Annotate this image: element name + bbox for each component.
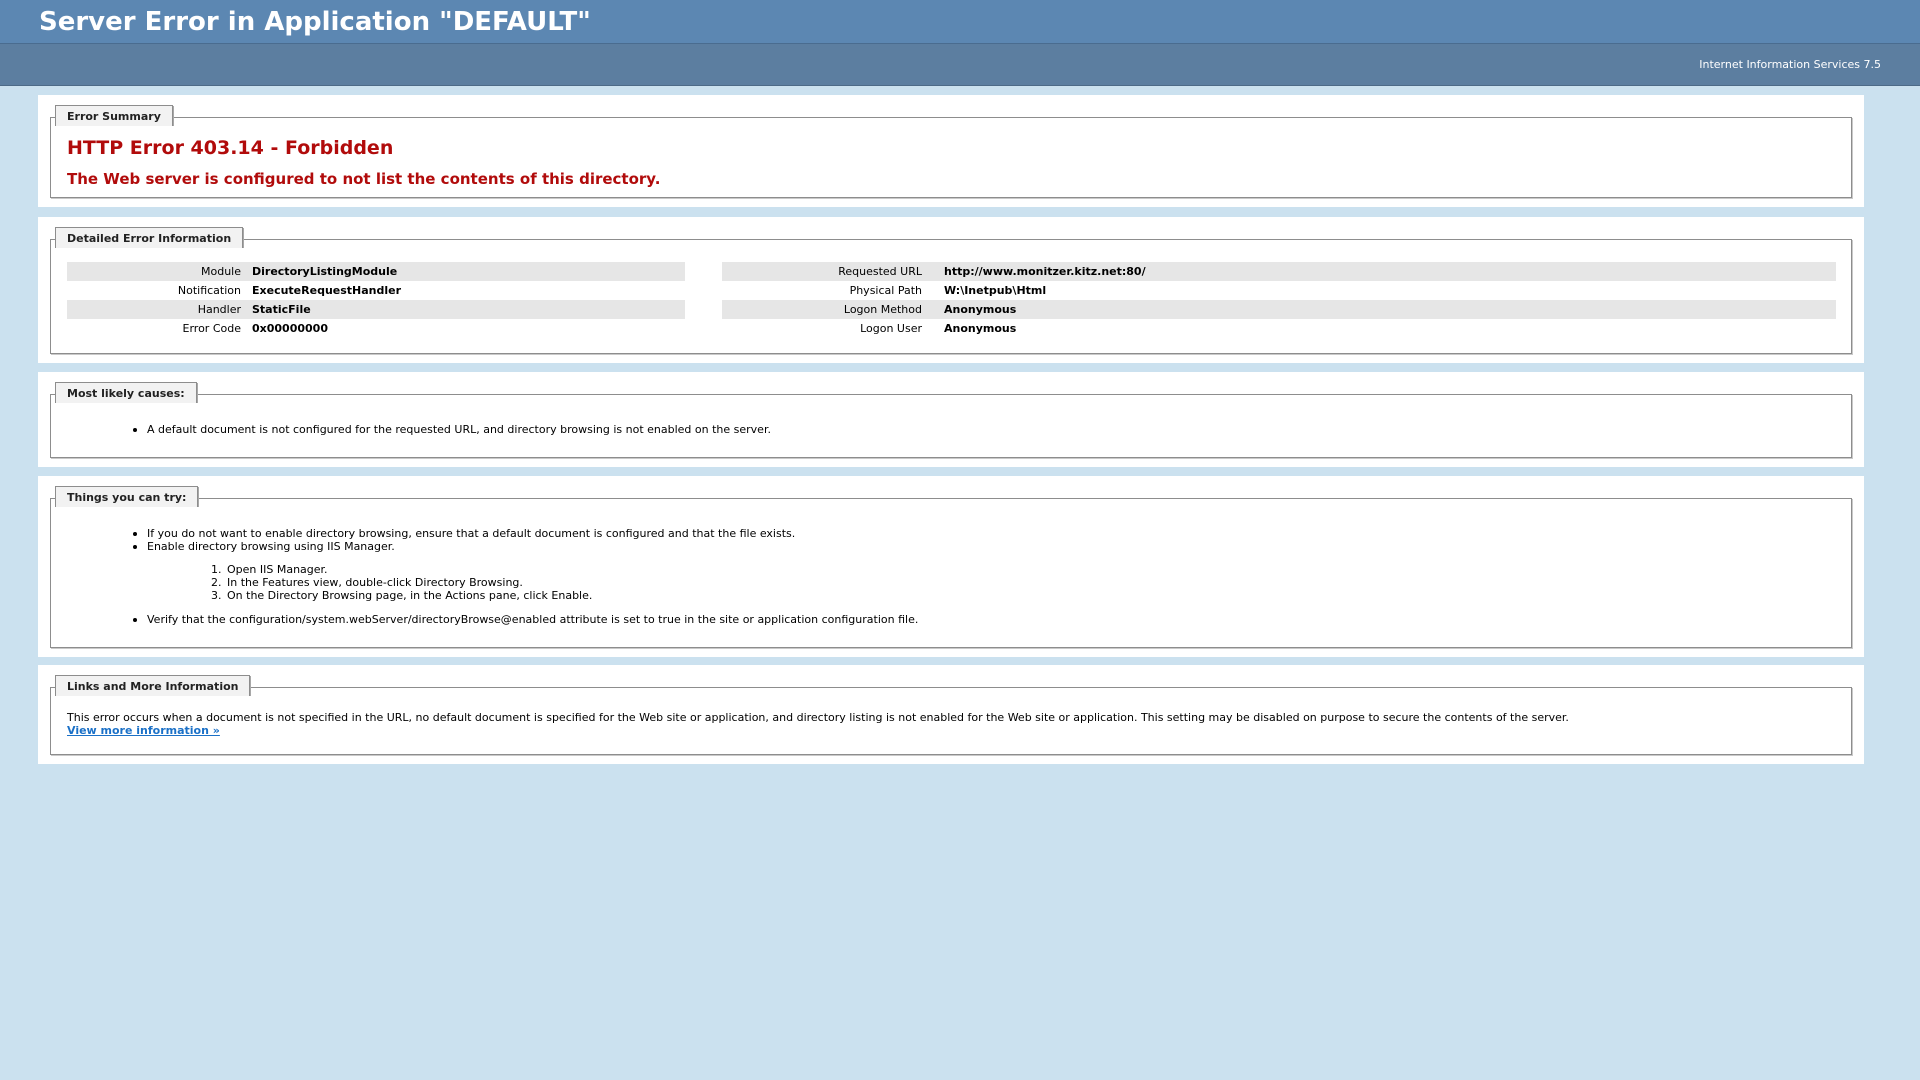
- error-summary-legend: Error Summary: [55, 105, 174, 128]
- list-item: If you do not want to enable directory b…: [132, 527, 796, 540]
- detail-value: Anonymous: [944, 322, 1017, 335]
- error-summary-section: HTTP Error 403.14 - Forbidden The Web se…: [38, 95, 1864, 207]
- step-text: On the Directory Browsing page, in the A…: [227, 589, 593, 602]
- try-list-continued: Verify that the configuration/system.web…: [132, 613, 919, 626]
- detail-value: DirectoryListingModule: [252, 265, 398, 278]
- step-number: 3.: [211, 589, 222, 602]
- list-item: Enable directory browsing using IIS Mana…: [132, 540, 795, 553]
- detail-row-logon-method: Logon Method Anonymous: [722, 300, 1836, 319]
- error-description: The Web server is configured to not list…: [67, 170, 661, 188]
- causes-legend: Most likely causes:: [55, 382, 198, 405]
- try-legend: Things you can try:: [55, 486, 200, 509]
- detail-row-logon-user: Logon User Anonymous: [722, 319, 1836, 338]
- try-section: If you do not want to enable directory b…: [38, 476, 1864, 657]
- detail-label: Handler: [197, 303, 241, 316]
- links-legend: Links and More Information: [55, 675, 252, 698]
- detail-label: Logon Method: [843, 303, 922, 316]
- detail-row-physical-path: Physical Path W:\Inetpub\Html: [722, 281, 1836, 300]
- causes-fieldset: A default document is not configured for…: [50, 394, 1852, 458]
- detail-label: Notification: [177, 284, 241, 297]
- list-item: Verify that the configuration/system.web…: [132, 613, 919, 626]
- detailed-error-section: Module DirectoryListingModule Notificati…: [38, 217, 1864, 363]
- detail-row-error-code: Error Code 0x00000000: [67, 319, 685, 338]
- links-fieldset: This error occurs when a document is not…: [50, 687, 1852, 755]
- step-number: 1.: [211, 563, 222, 576]
- page-title: Server Error in Application "DEFAULT": [39, 7, 591, 37]
- detailed-error-fieldset: Module DirectoryListingModule Notificati…: [50, 239, 1852, 354]
- header-subbar: Internet Information Services 7.5: [0, 44, 1920, 86]
- detail-label: Logon User: [860, 322, 922, 335]
- view-more-information-link[interactable]: View more information »: [67, 724, 220, 737]
- detail-row-handler: Handler StaticFile: [67, 300, 685, 319]
- list-item: A default document is not configured for…: [133, 423, 771, 436]
- header-title-bar: Server Error in Application "DEFAULT": [0, 0, 1920, 44]
- detail-row-module: Module DirectoryListingModule: [67, 262, 685, 281]
- detail-value: ExecuteRequestHandler: [252, 284, 402, 297]
- step-text: In the Features view, double-click Direc…: [227, 576, 523, 589]
- error-summary-fieldset: HTTP Error 403.14 - Forbidden The Web se…: [50, 117, 1852, 198]
- detail-label: Requested URL: [838, 265, 922, 278]
- detail-value: StaticFile: [252, 303, 311, 316]
- try-list: If you do not want to enable directory b…: [132, 527, 796, 553]
- detail-value: Anonymous: [944, 303, 1017, 316]
- step-number: 2.: [211, 576, 222, 589]
- links-description: This error occurs when a document is not…: [67, 711, 1569, 724]
- detailed-error-legend: Detailed Error Information: [55, 227, 245, 250]
- detail-label: Module: [201, 265, 241, 278]
- step-item: 2. In the Features view, double-click Dir…: [211, 576, 592, 589]
- try-steps-list: 1. Open IIS Manager. 2. In the Features vi…: [211, 563, 593, 602]
- detail-value: http://www.monitzer.kitz.net:80/: [944, 265, 1146, 278]
- try-fieldset: If you do not want to enable directory b…: [50, 498, 1852, 648]
- error-title: HTTP Error 403.14 - Forbidden: [67, 137, 394, 159]
- page-header: Server Error in Application "DEFAULT" In…: [0, 0, 1920, 86]
- causes-list: A default document is not configured for…: [133, 423, 771, 436]
- detail-label: Physical Path: [849, 284, 922, 297]
- links-section: This error occurs when a document is not…: [38, 665, 1864, 764]
- server-name: Internet Information Services 7.5: [1699, 58, 1881, 71]
- step-item: 3. On the Directory Browsing page, in the…: [211, 589, 593, 602]
- detail-label: Error Code: [182, 322, 241, 335]
- step-text: Open IIS Manager.: [227, 563, 328, 576]
- causes-section: A default document is not configured for…: [38, 372, 1864, 467]
- step-item: 1. Open IIS Manager.: [211, 563, 592, 576]
- detail-value: W:\Inetpub\Html: [944, 284, 1047, 297]
- detail-row-notification: Notification ExecuteRequestHandler: [67, 281, 685, 300]
- detail-value: 0x00000000: [252, 322, 328, 335]
- detail-row-requested-url: Requested URL http://www.monitzer.kitz.n…: [722, 262, 1836, 281]
